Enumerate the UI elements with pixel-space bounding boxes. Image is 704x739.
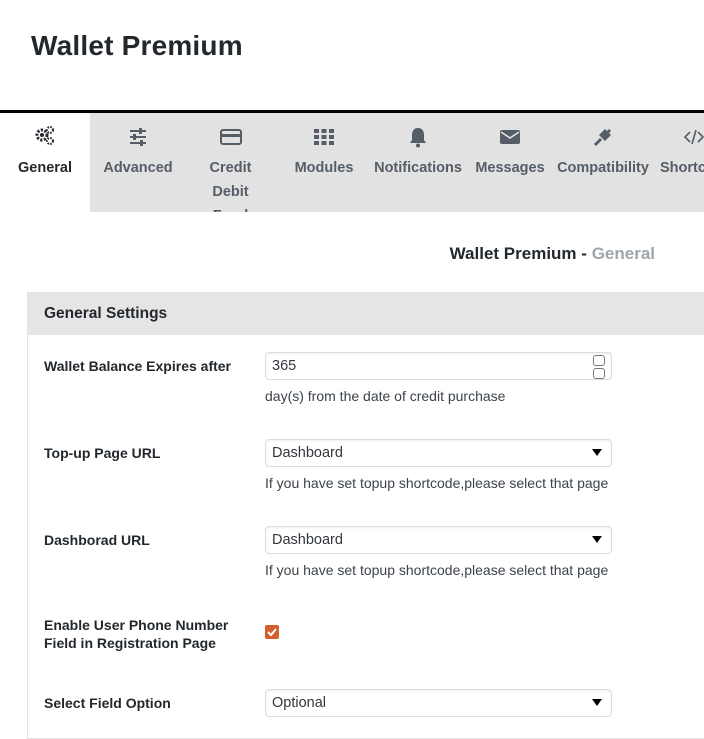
page-title-separator: - [581, 244, 587, 263]
dropdown-arrow-icon [592, 449, 602, 456]
number-spinner[interactable] [593, 355, 605, 379]
topup-url-value: Dashboard [272, 445, 343, 461]
grid-icon [314, 129, 334, 145]
checkmark-icon [267, 628, 277, 637]
wallet-expiry-input[interactable]: 365 [265, 352, 612, 380]
topup-url-description: If you have set topup shortcode,please s… [265, 475, 609, 491]
tab-modules[interactable]: Modules [279, 113, 369, 212]
field-option-label: Select Field Option [44, 695, 171, 711]
tab-label: Credit Debit Fund [209, 160, 252, 212]
credit-card-icon [219, 129, 242, 145]
tab-shortcodes[interactable]: Shortcodes [656, 113, 704, 212]
page-title: Wallet Premium - General [450, 244, 655, 264]
tab-label: Shortcodes [660, 160, 704, 176]
wallet-expiry-description: day(s) from the date of credit purchase [265, 388, 506, 404]
tab-compatibility[interactable]: Compatibility [556, 113, 650, 212]
dropdown-arrow-icon [592, 536, 602, 543]
spin-up-icon[interactable] [593, 355, 605, 366]
bell-icon [410, 128, 426, 148]
topup-url-label: Top-up Page URL [44, 445, 161, 461]
plug-icon [594, 129, 611, 146]
tab-label: Compatibility [557, 160, 649, 176]
tab-messages[interactable]: Messages [466, 113, 554, 212]
dashboard-url-value: Dashboard [272, 532, 343, 548]
field-option-select[interactable]: Optional [265, 689, 612, 717]
tab-general[interactable]: General [0, 113, 90, 212]
tab-label: Messages [475, 160, 545, 176]
tab-notifications[interactable]: Notifications [372, 113, 464, 212]
tab-label: Modules [294, 160, 354, 176]
panel-header: General Settings [28, 293, 704, 335]
app-title: Wallet Premium [31, 30, 243, 61]
tab-label: Notifications [374, 160, 462, 176]
wallet-expiry-label: Wallet Balance Expires after [44, 358, 232, 374]
dashboard-url-label: Dashborad URL [44, 532, 150, 548]
tab-label: Advanced [103, 160, 173, 176]
gears-icon [35, 126, 54, 145]
tab-credit-debit-fund[interactable]: Credit Debit Fund [184, 113, 277, 212]
sliders-icon [130, 128, 146, 146]
page-title-section: General [591, 244, 655, 263]
phone-field-label: Enable User Phone Number Field in Regist… [44, 617, 229, 651]
phone-field-checkbox[interactable] [265, 625, 279, 639]
dashboard-url-description: If you have set topup shortcode,please s… [265, 562, 609, 578]
page-title-main: Wallet Premium [449, 244, 577, 263]
spin-down-icon[interactable] [593, 368, 605, 379]
settings-tabs: General Advanced Credit Debit Fund Modul… [0, 113, 704, 212]
wallet-expiry-value: 365 [272, 358, 297, 374]
tab-advanced[interactable]: Advanced [93, 113, 183, 212]
field-option-value: Optional [272, 695, 327, 711]
dropdown-arrow-icon [592, 699, 602, 706]
topup-url-select[interactable]: Dashboard [265, 439, 612, 467]
envelope-icon [500, 130, 520, 144]
general-settings-panel: General Settings Wallet Balance Expires … [27, 292, 704, 739]
tab-label: General [18, 160, 72, 176]
code-icon [683, 129, 704, 145]
dashboard-url-select[interactable]: Dashboard [265, 526, 612, 554]
panel-title: General Settings [44, 305, 168, 322]
